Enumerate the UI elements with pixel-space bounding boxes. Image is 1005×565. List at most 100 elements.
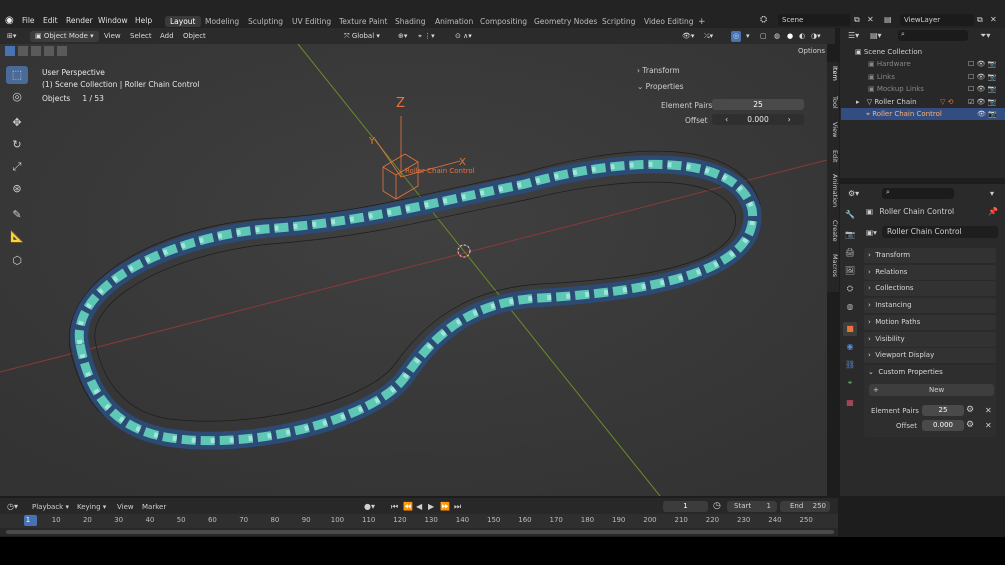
scene-icon[interactable]: ⛭: [760, 15, 767, 25]
menu-window[interactable]: Window: [98, 16, 128, 25]
tab-tool[interactable]: Tool: [827, 96, 839, 109]
panel-visibility[interactable]: › Visibility: [864, 332, 996, 347]
select-intersect-icon[interactable]: [57, 46, 67, 56]
custom-prop-delete-icon-1[interactable]: ✕: [985, 421, 992, 430]
tab-modeling[interactable]: Modeling: [200, 16, 244, 27]
properties-options-icon[interactable]: ▾: [990, 189, 994, 198]
custom-prop-value-1[interactable]: 0.000: [922, 420, 964, 431]
tab-compositing[interactable]: Compositing: [475, 16, 532, 27]
auto-keying-icon[interactable]: ●▾: [364, 502, 375, 511]
object-tab-icon[interactable]: ■: [843, 322, 857, 336]
data-tab-icon[interactable]: ⌖: [843, 376, 857, 390]
snap-icon[interactable]: ⌖ ⋮▾: [418, 31, 435, 42]
orientation-selector[interactable]: ⤧ Global ▾: [344, 31, 380, 42]
world-tab-icon[interactable]: ◍: [843, 300, 857, 314]
editor-type-icon[interactable]: ⊞▾: [7, 31, 16, 42]
hardware-visibility-icons[interactable]: ☐ 👁 📷: [968, 58, 996, 70]
timeline-editor-icon[interactable]: ◷▾: [7, 502, 18, 511]
panel-transform[interactable]: › Transform: [864, 248, 996, 263]
select-subtract-icon[interactable]: [31, 46, 41, 56]
outliner-row-roller-chain-control[interactable]: ⌖ Roller Chain Control 👁 📷: [841, 108, 1005, 120]
tab-texture-paint[interactable]: Texture Paint: [334, 16, 392, 27]
outliner-funnel-icon[interactable]: ⏷▾: [980, 31, 990, 41]
outliner-search-icon[interactable]: ⌕: [898, 30, 968, 41]
jump-end-icon[interactable]: ⏭: [454, 502, 461, 512]
scene-selector[interactable]: Scene: [778, 14, 850, 26]
menu-view[interactable]: View: [104, 31, 121, 42]
3d-viewport[interactable]: Z Y X Roller Chain Control User Perspect…: [0, 44, 827, 496]
tab-create[interactable]: Create: [827, 220, 839, 242]
outliner-editor-icon[interactable]: ☰▾: [848, 31, 859, 40]
properties-section-header[interactable]: ⌄ Properties: [637, 82, 684, 91]
tab-uv-editing[interactable]: UV Editing: [287, 16, 336, 27]
roller-chain-control-visibility-icons[interactable]: 👁 📷: [977, 108, 997, 120]
marker-menu[interactable]: Marker: [142, 503, 166, 511]
transform-section-header[interactable]: › Transform: [637, 66, 680, 75]
play-icon[interactable]: ▶: [428, 502, 434, 511]
end-frame-field[interactable]: End 250: [780, 501, 830, 512]
physics-tab-icon[interactable]: ◉: [843, 340, 857, 354]
start-frame-field[interactable]: Start 1: [727, 501, 777, 512]
modifier-icons[interactable]: ▽ ⟲: [940, 96, 953, 108]
preview-range-icon[interactable]: ◷: [713, 501, 721, 511]
rotate-tool-icon[interactable]: ↻: [6, 136, 28, 154]
next-keyframe-icon[interactable]: ⏩: [440, 502, 450, 511]
expand-arrow-icon[interactable]: ▸: [856, 98, 860, 106]
scene-tab-icon[interactable]: ⛭: [843, 282, 857, 296]
tab-scripting[interactable]: Scripting: [597, 16, 640, 27]
cursor-tool-icon[interactable]: ◎: [6, 88, 28, 106]
timeline-view-menu[interactable]: View: [117, 503, 134, 511]
menu-edit[interactable]: Edit: [43, 16, 58, 25]
tab-sculpting[interactable]: Sculpting: [243, 16, 288, 27]
visibility-icon[interactable]: 👁▾: [682, 31, 694, 42]
proportional-edit-icon[interactable]: ⊙ ∧▾: [455, 31, 472, 42]
menu-add[interactable]: Add: [160, 31, 174, 42]
tab-macros[interactable]: Macros: [827, 254, 839, 277]
measure-tool-icon[interactable]: 📐: [6, 228, 28, 246]
panel-instancing[interactable]: › Instancing: [864, 298, 996, 313]
rendered-shading-icon[interactable]: ◑▾: [811, 31, 821, 42]
custom-prop-value-0[interactable]: 25: [922, 405, 964, 416]
add-cube-tool-icon[interactable]: ⬡: [6, 252, 28, 270]
offset-field[interactable]: ‹ 0.000 ›: [712, 114, 804, 125]
delete-view-layer-icon[interactable]: ✕: [990, 15, 997, 24]
custom-prop-gear-icon-0[interactable]: ⚙: [966, 405, 974, 415]
options-button[interactable]: Options: [798, 47, 825, 55]
outliner-row-links[interactable]: ▣ Links ☐ 👁 📷: [850, 71, 1000, 83]
overlays-dropdown-icon[interactable]: ▾: [746, 31, 750, 42]
output-tab-icon[interactable]: 🖨: [843, 246, 857, 260]
material-shading-icon[interactable]: ◐: [799, 31, 805, 42]
outliner-row-mockup-links[interactable]: ▣ Mockup Links ☐ 👁 📷: [850, 83, 1000, 95]
tab-view[interactable]: View: [827, 122, 839, 137]
object-name-field[interactable]: Roller Chain Control: [882, 226, 998, 238]
render-tab-icon[interactable]: 📷: [843, 228, 857, 242]
roller-chain-visibility-icons[interactable]: ☑ 👁 📷: [968, 96, 996, 108]
tab-animation-n[interactable]: Animation: [827, 174, 839, 207]
select-invert-icon[interactable]: [44, 46, 54, 56]
view-layer-tab-icon[interactable]: 🖼: [843, 264, 857, 278]
gizmo-icon[interactable]: ⤯▾: [704, 31, 713, 42]
tab-video-editing[interactable]: Video Editing: [639, 16, 699, 27]
menu-select[interactable]: Select: [130, 31, 152, 42]
wireframe-shading-icon[interactable]: ◍: [774, 31, 780, 42]
mockup-links-visibility-icons[interactable]: ☐ 👁 📷: [968, 83, 996, 95]
select-extend-icon[interactable]: [18, 46, 28, 56]
overlays-icon[interactable]: ◎: [731, 31, 742, 42]
tab-edit[interactable]: Edit: [827, 150, 839, 163]
tab-geometry-nodes[interactable]: Geometry Nodes: [529, 16, 602, 27]
links-visibility-icons[interactable]: ☐ 👁 📷: [968, 71, 996, 83]
custom-prop-delete-icon-0[interactable]: ✕: [985, 406, 992, 415]
outliner-row-scene-collection[interactable]: ▣ Scene Collection: [850, 46, 1000, 58]
panel-motion-paths[interactable]: › Motion Paths: [864, 315, 996, 330]
transform-tool-icon[interactable]: ⊛: [6, 180, 28, 198]
play-reverse-icon[interactable]: ◀: [416, 502, 422, 511]
select-box-tool-icon[interactable]: ⬚: [6, 66, 28, 84]
scale-tool-icon[interactable]: ⤢: [6, 158, 28, 176]
constraints-tab-icon[interactable]: ⛓: [843, 358, 857, 372]
panel-viewport-display[interactable]: › Viewport Display: [864, 348, 996, 363]
menu-render[interactable]: Render: [66, 16, 93, 25]
panel-collections[interactable]: › Collections: [864, 281, 996, 296]
element-pairs-field[interactable]: 25: [712, 99, 804, 110]
outliner-row-hardware[interactable]: ▣ Hardware ☐ 👁 📷: [850, 58, 1000, 70]
delete-scene-icon[interactable]: ✕: [867, 15, 874, 24]
